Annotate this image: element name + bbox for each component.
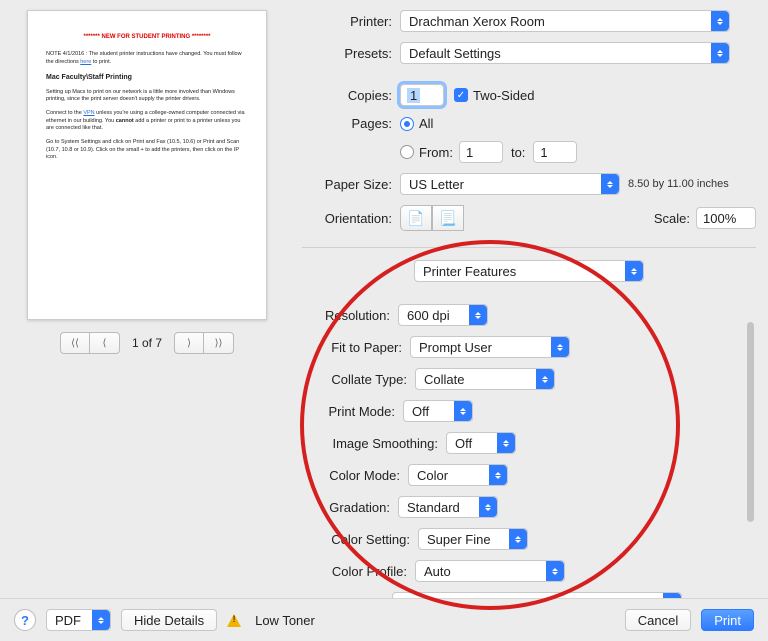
preview-banner: ******* NEW FOR STUDENT PRINTING *******… [46, 33, 248, 41]
divider [302, 247, 756, 248]
gradation-select[interactable]: Standard [398, 496, 498, 518]
options-section-select[interactable]: Printer Features [414, 260, 644, 282]
pages-to-input[interactable]: 1 [533, 141, 577, 163]
pages-from-radio[interactable] [400, 145, 414, 159]
person-landscape-icon: 📃 [439, 210, 456, 227]
two-sided-checkbox[interactable]: ✓ [454, 88, 468, 102]
next-page-button[interactable]: ⟩ [174, 332, 204, 354]
image-smoothing-select[interactable]: Off [446, 432, 516, 454]
fit-to-paper-select[interactable]: Prompt User [410, 336, 570, 358]
page-indicator: 1 of 7 [132, 336, 162, 350]
copies-label: Copies: [302, 88, 392, 103]
hide-details-button[interactable]: Hide Details [121, 609, 217, 631]
dithering-select[interactable]: Auto [392, 592, 682, 598]
pages-all-radio[interactable] [400, 117, 414, 131]
first-page-button[interactable]: ⟨⟨ [60, 332, 90, 354]
pages-from-input[interactable]: 1 [459, 141, 503, 163]
pdf-menu-button[interactable]: PDF [46, 609, 111, 631]
scale-input[interactable]: 100% [696, 207, 756, 229]
scale-label: Scale: [654, 211, 690, 226]
help-button[interactable]: ? [14, 609, 36, 631]
presets-select[interactable]: Default Settings [400, 42, 730, 64]
pages-all-label: All [419, 116, 433, 131]
person-portrait-icon: 📄 [407, 210, 424, 227]
collate-type-select[interactable]: Collate [415, 368, 555, 390]
print-button[interactable]: Print [701, 609, 754, 631]
preview-note: NOTE 4/1/2016 : The student printer inst… [46, 51, 248, 66]
resolution-select[interactable]: 600 dpi [398, 304, 488, 326]
presets-label: Presets: [302, 46, 392, 61]
cancel-button[interactable]: Cancel [625, 609, 691, 631]
printer-label: Printer: [302, 14, 392, 29]
pages-from-label: From: [419, 145, 453, 160]
paper-size-select[interactable]: US Letter [400, 173, 620, 195]
copies-input[interactable]: 1 [400, 84, 444, 106]
color-mode-select[interactable]: Color [408, 464, 508, 486]
warning-icon [227, 613, 241, 627]
print-mode-select[interactable]: Off [403, 400, 473, 422]
page-navigator: ⟨⟨ ⟨ 1 of 7 ⟩ ⟩⟩ [60, 332, 234, 354]
scrollbar[interactable] [747, 322, 754, 522]
pages-label: Pages: [302, 116, 392, 131]
orientation-landscape-button[interactable]: 📃 [432, 205, 464, 231]
pages-to-label: to: [511, 145, 525, 160]
color-setting-select[interactable]: Super Fine [418, 528, 528, 550]
print-preview-page: ******* NEW FOR STUDENT PRINTING *******… [27, 10, 267, 320]
printer-features-panel: Resolution: 600 dpi Fit to Paper: Prompt… [302, 292, 756, 598]
two-sided-label: Two-Sided [473, 88, 534, 103]
color-profile-select[interactable]: Auto [415, 560, 565, 582]
paper-size-note: 8.50 by 11.00 inches [628, 178, 729, 190]
paper-size-label: Paper Size: [302, 177, 392, 192]
printer-select[interactable]: Drachman Xerox Room [400, 10, 730, 32]
prev-page-button[interactable]: ⟨ [90, 332, 120, 354]
orientation-portrait-button[interactable]: 📄 [400, 205, 432, 231]
preview-heading: Mac Faculty\Staff Printing [46, 73, 248, 83]
last-page-button[interactable]: ⟩⟩ [204, 332, 234, 354]
orientation-label: Orientation: [302, 211, 392, 226]
low-toner-label: Low Toner [255, 613, 315, 628]
